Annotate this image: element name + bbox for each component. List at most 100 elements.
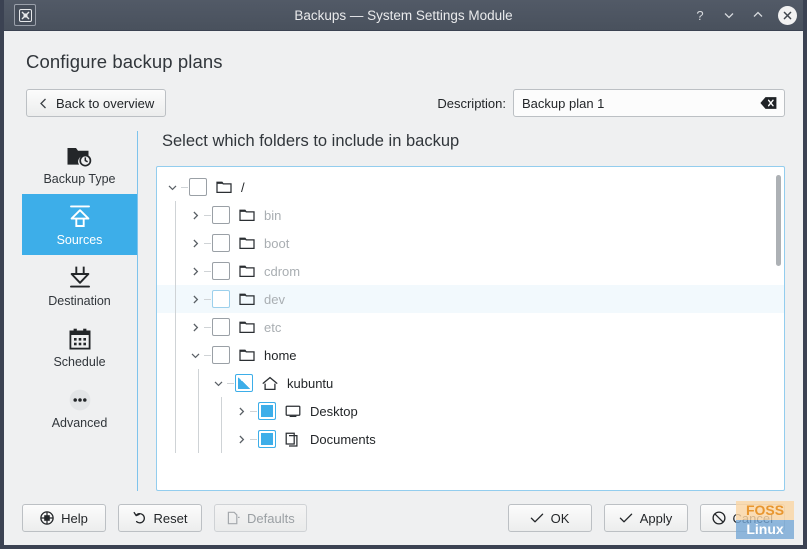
chevron-right-icon[interactable] [186,294,204,305]
tree-checkbox-checked[interactable] [258,430,276,448]
home-icon [261,376,279,391]
tree-guide-line [198,397,199,425]
page-toolbar: Back to overview Description: [4,73,803,117]
check-icon [530,512,544,524]
folder-icon [238,320,256,334]
sidebar-item-backup-type[interactable]: Backup Type [22,133,137,194]
cancel-button[interactable]: Cancel [699,504,785,532]
tree-guide-dash [227,382,234,384]
tree-row[interactable]: / [157,173,784,201]
clear-text-icon[interactable] [760,97,777,110]
tree-checkbox-unchecked[interactable] [212,346,230,364]
back-to-overview-label: Back to overview [56,95,155,111]
back-to-overview-button[interactable]: Back to overview [26,89,167,117]
ok-button[interactable]: OK [507,504,592,532]
dialog-button-bar: Help Reset Defaults OK Apply Cancel [4,491,803,545]
maximize-titlebar-button[interactable] [749,6,767,24]
defaults-button-label: Defaults [247,510,295,526]
tree-guide-line [198,369,199,397]
settings-module-icon[interactable] [14,4,36,26]
tree-guide-dash [181,186,188,188]
undo-icon [133,511,147,525]
tree-guide-line [175,369,176,397]
folder-icon [238,348,256,362]
folder-icon [238,264,256,278]
desktop-icon [284,404,302,418]
tree-checkbox-unchecked[interactable] [189,178,207,196]
tree-checkbox-unchecked[interactable] [212,234,230,252]
reset-button-label: Reset [153,510,188,526]
tree-guide-line [175,397,176,425]
tree-row-label: kubuntu [287,375,334,391]
sidebar-item-sources[interactable]: Sources [22,194,137,255]
tree-row[interactable]: dev [157,285,784,313]
help-button[interactable]: Help [22,504,106,532]
footer-right-buttons: OK Apply Cancel [507,504,785,532]
defaults-button[interactable]: Defaults [214,504,307,532]
tree-checkbox-partial[interactable] [235,374,253,392]
help-icon [40,511,54,525]
tree-guide-dash [250,410,257,412]
chevron-right-icon[interactable] [186,238,204,249]
tree-guide-line [221,397,222,425]
chevron-up-icon [753,11,763,17]
chevron-right-icon[interactable] [232,406,250,417]
tree-row[interactable]: boot [157,229,784,257]
description-field[interactable] [513,89,785,117]
tree-row-label: bin [264,207,282,223]
description-input[interactable] [522,95,776,111]
tree-checkbox-unchecked[interactable] [212,206,230,224]
apply-button[interactable]: Apply [603,504,688,532]
tree-checkbox-unchecked[interactable] [212,318,230,336]
tree-vertical-scrollbar[interactable] [772,167,784,490]
chevron-right-icon[interactable] [186,266,204,277]
tree-guide-line [175,257,176,285]
chevron-down-icon [724,13,734,19]
tree-row-label: etc [264,319,282,335]
documents-icon [284,432,302,447]
tree-row[interactable]: kubuntu [157,369,784,397]
tree-row[interactable]: home [157,341,784,369]
help-button-label: Help [61,510,88,526]
chevron-left-icon [38,97,49,110]
reset-button[interactable]: Reset [118,504,202,532]
folder-icon [215,180,233,194]
close-icon [783,11,792,19]
sidebar-item-destination[interactable]: Destination [22,255,137,316]
chevron-right-icon[interactable] [186,322,204,333]
upload-arrow-icon [67,203,93,229]
chevron-right-icon[interactable] [232,434,250,445]
tree-row[interactable]: cdrom [157,257,784,285]
tree-row[interactable]: etc [157,313,784,341]
tree-guide-line [175,229,176,257]
cancel-button-label: Cancel [732,510,773,526]
tree-checkbox-unchecked[interactable] [212,262,230,280]
scrollbar-thumb[interactable] [776,175,781,266]
shade-titlebar-button[interactable] [720,6,738,24]
tree-guide-dash [204,326,211,328]
tree-row[interactable]: Documents [157,425,784,453]
sidebar-item-sources-label: Sources [56,232,103,247]
tree-checkbox-unchecked[interactable] [212,290,230,308]
tree-row-label: cdrom [264,263,301,279]
chevron-down-icon[interactable] [209,378,227,389]
sidebar-item-schedule[interactable]: Schedule [22,316,137,377]
tree-row[interactable]: bin [157,201,784,229]
tree-guide-line [175,201,176,229]
sidebar-item-advanced-label: Advanced [51,415,108,430]
sidebar-item-schedule-label: Schedule [53,354,106,369]
close-titlebar-button[interactable] [778,5,797,25]
chevron-down-icon[interactable] [163,182,181,193]
tree-row-label: home [264,347,297,363]
sidebar-item-destination-label: Destination [48,293,111,308]
folder-icon [238,292,256,306]
tree-row[interactable]: Desktop [157,397,784,425]
tree-row-label: boot [264,235,290,251]
sources-heading: Select which folders to include in backu… [162,132,460,150]
folder-tree-view[interactable]: / bin boot cdrom dev etc home kubuntu Desktop Doc… [156,166,785,491]
chevron-down-icon[interactable] [186,350,204,361]
help-titlebar-button[interactable]: ? [691,6,709,24]
chevron-right-icon[interactable] [186,210,204,221]
sidebar-item-advanced[interactable]: Advanced [22,377,137,438]
tree-checkbox-checked[interactable] [258,402,276,420]
